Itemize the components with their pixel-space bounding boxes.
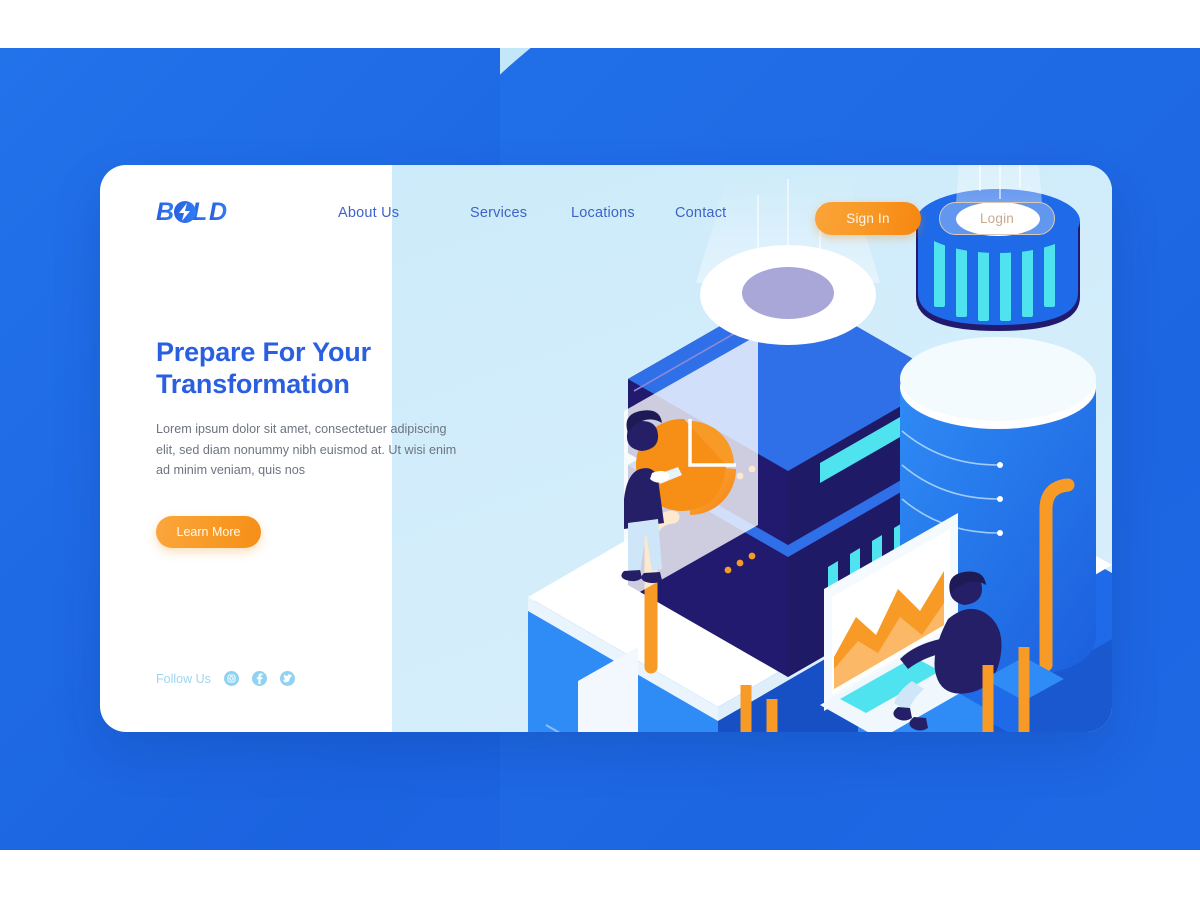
main-navigation: About Us Services Locations Contact — [338, 205, 755, 221]
bolt-icon: B L D — [156, 199, 227, 225]
screenshot-canvas: B L D About Us Services Locations Contac… — [0, 0, 1200, 900]
brand-logo[interactable]: B L D — [156, 199, 242, 225]
hero-description: Lorem ipsum dolor sit amet, consectetuer… — [156, 422, 457, 477]
nav-item-locations[interactable]: Locations — [571, 205, 675, 221]
login-button[interactable]: Login — [939, 202, 1055, 235]
twitter-icon[interactable] — [279, 671, 295, 686]
facebook-icon[interactable] — [251, 671, 267, 686]
site-header: B L D About Us Services Locations Contac… — [100, 165, 1112, 270]
nav-item-contact[interactable]: Contact — [675, 205, 755, 221]
svg-text:B: B — [156, 199, 174, 225]
nav-item-about-us[interactable]: About Us — [338, 205, 470, 221]
auth-buttons: Sign In Login — [815, 202, 1055, 235]
svg-text:D: D — [209, 199, 227, 225]
hero-section: Prepare For Your Transformation Lorem ip… — [156, 337, 516, 549]
hero-title-line-1: Prepare For Your — [156, 337, 371, 367]
follow-us-label: Follow Us — [156, 671, 211, 686]
page-title: Prepare For Your Transformation — [156, 337, 516, 400]
learn-more-button[interactable]: Learn More — [156, 516, 261, 549]
instagram-icon[interactable] — [223, 671, 239, 686]
hero-title-line-2: Transformation — [156, 368, 350, 399]
nav-item-services[interactable]: Services — [470, 205, 571, 221]
landing-page-card: B L D About Us Services Locations Contac… — [100, 165, 1112, 732]
sign-in-button[interactable]: Sign In — [815, 202, 921, 235]
follow-us-section: Follow Us — [156, 671, 295, 686]
